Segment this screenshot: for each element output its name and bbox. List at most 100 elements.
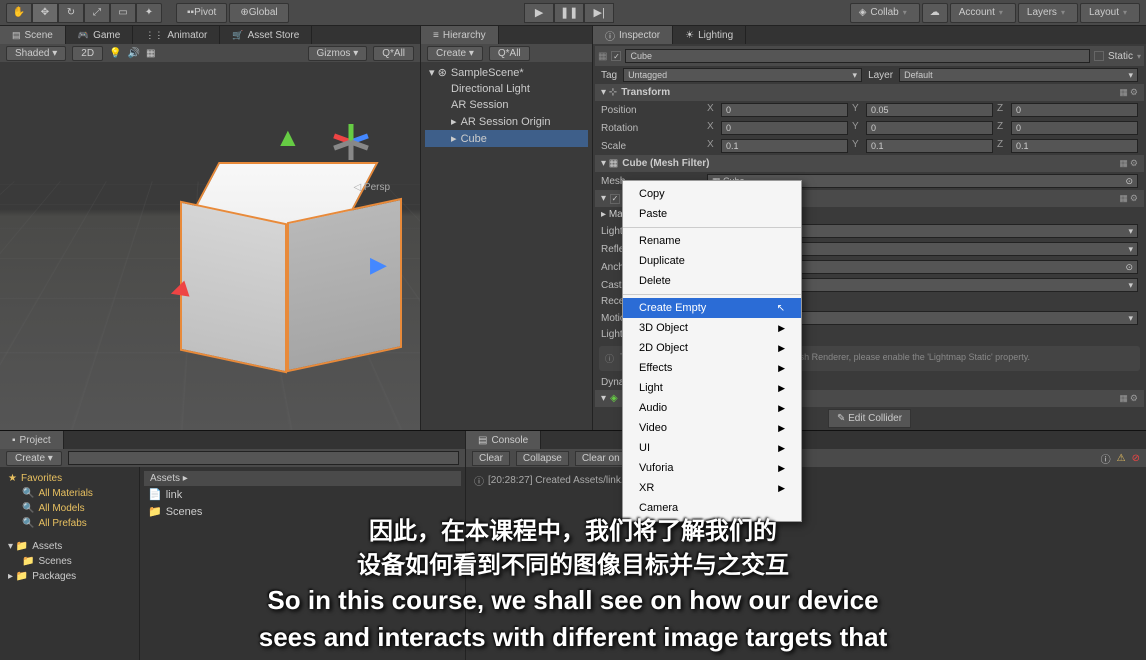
collab-dropdown[interactable]: ◈ Collab ▾ — [850, 3, 920, 23]
error-count-icon[interactable]: ⊘ — [1132, 453, 1140, 464]
settings-icon[interactable]: ⚙ — [1130, 87, 1138, 98]
help-icon[interactable]: ▦ — [1119, 87, 1128, 98]
ctx-camera[interactable]: Camera — [623, 498, 801, 518]
ctx-xr[interactable]: XR▶ — [623, 478, 801, 498]
layer-dropdown[interactable]: Default▾ — [899, 68, 1138, 82]
edit-collider-button[interactable]: ✎ Edit Collider — [828, 409, 911, 428]
tab-asset-store[interactable]: 🛒Asset Store — [220, 26, 312, 44]
ctx-audio[interactable]: Audio▶ — [623, 398, 801, 418]
layers-dropdown[interactable]: Layers ▾ — [1018, 3, 1078, 23]
ctx-copy[interactable]: Copy — [623, 184, 801, 204]
tab-scene[interactable]: ▤Scene — [0, 26, 66, 44]
ctx-3d-object[interactable]: 3D Object▶ — [623, 318, 801, 338]
hierarchy-item-directional-light[interactable]: Directional Light — [425, 81, 588, 97]
rotation-x[interactable] — [721, 121, 848, 135]
mesh-filter-component-header[interactable]: ▾ ▦ Cube (Mesh Filter)▦ ⚙ — [595, 155, 1144, 172]
rotation-z[interactable] — [1011, 121, 1138, 135]
project-create-dropdown[interactable]: Create ▾ — [6, 451, 62, 466]
global-toggle[interactable]: ⊕ Global — [229, 3, 288, 23]
position-y[interactable] — [866, 103, 993, 117]
pivot-toggle[interactable]: ▪▪ Pivot — [176, 3, 227, 23]
cloud-button[interactable]: ☁ — [922, 3, 948, 23]
perspective-label[interactable]: ◁ Persp — [353, 182, 390, 193]
move-tool[interactable]: ✥ — [32, 3, 58, 23]
rect-tool[interactable]: ▭ — [110, 3, 136, 23]
packages-folder[interactable]: ▸ 📁 Packages — [4, 569, 135, 584]
gizmos-dropdown[interactable]: Gizmos ▾ — [308, 46, 368, 61]
hierarchy-search[interactable]: Q*All — [489, 46, 530, 61]
warning-count-icon[interactable]: ⚠ — [1117, 453, 1126, 464]
z-axis-gizmo[interactable]: ▶ — [370, 252, 387, 278]
ctx-rename[interactable]: Rename — [623, 231, 801, 251]
asset-scenes[interactable]: 📁 Scenes — [144, 503, 461, 520]
scale-x[interactable] — [721, 139, 848, 153]
mode-2d-toggle[interactable]: 2D — [72, 46, 103, 61]
ctx-ui[interactable]: UI▶ — [623, 438, 801, 458]
light-icon[interactable]: 💡 — [109, 48, 121, 59]
hierarchy-item-cube[interactable]: ▸ Cube — [425, 130, 588, 147]
tag-dropdown[interactable]: Untagged▾ — [623, 68, 862, 82]
all-materials[interactable]: 🔍 All Materials — [4, 486, 135, 501]
scale-z[interactable] — [1011, 139, 1138, 153]
ctx-paste[interactable]: Paste — [623, 204, 801, 224]
console-body[interactable]: ⓘ [20:28:27] Created Assets/link.xml wit… — [466, 467, 1146, 660]
assets-folder[interactable]: ▾ 📁 Assets — [4, 539, 135, 554]
hand-tool[interactable]: ✋ — [6, 3, 32, 23]
hierarchy-item-ar-session-origin[interactable]: ▸ AR Session Origin — [425, 113, 588, 130]
asset-link[interactable]: 📄 link — [144, 486, 461, 503]
static-checkbox[interactable] — [1094, 51, 1104, 61]
transform-component-header[interactable]: ▾ ⊹ Transform▦ ⚙ — [595, 84, 1144, 101]
ctx-effects[interactable]: Effects▶ — [623, 358, 801, 378]
composite-tool[interactable]: ✦ — [136, 3, 162, 23]
ctx-create-empty[interactable]: Create Empty↖ — [623, 298, 801, 318]
pause-button[interactable]: ❚❚ — [554, 3, 584, 23]
project-content[interactable]: Assets ▸ 📄 link 📁 Scenes — [140, 467, 465, 660]
scene-cube[interactable] — [180, 162, 380, 362]
tab-game[interactable]: 🎮Game — [66, 26, 133, 44]
ctx-duplicate[interactable]: Duplicate — [623, 251, 801, 271]
console-clear-button[interactable]: Clear — [472, 451, 510, 466]
ctx-2d-object[interactable]: 2D Object▶ — [623, 338, 801, 358]
ctx-vuforia[interactable]: Vuforia▶ — [623, 458, 801, 478]
scene-view[interactable]: ▲ ▶ ◀ ◁ Persp — [0, 62, 420, 430]
gameobject-name-field[interactable] — [625, 49, 1090, 63]
mesh-renderer-enabled[interactable] — [610, 194, 620, 204]
hierarchy-create-dropdown[interactable]: Create ▾ — [427, 46, 483, 61]
hierarchy-panel[interactable]: ▾ ⊛ SampleScene* Directional Light AR Se… — [421, 62, 592, 430]
step-button[interactable]: ▶| — [584, 3, 614, 23]
scale-y[interactable] — [866, 139, 993, 153]
scale-tool[interactable]: ⤢ — [84, 3, 110, 23]
tab-lighting[interactable]: ☀ Lighting — [673, 26, 746, 44]
position-x[interactable] — [721, 103, 848, 117]
scene-search[interactable]: Q*All — [373, 46, 414, 61]
audio-icon[interactable]: 🔊 — [128, 48, 140, 59]
favorites-folder[interactable]: ★ Favorites — [4, 471, 135, 486]
all-prefabs[interactable]: 🔍 All Prefabs — [4, 516, 135, 531]
ctx-delete[interactable]: Delete — [623, 271, 801, 291]
gameobject-active-checkbox[interactable] — [611, 51, 621, 61]
tab-hierarchy[interactable]: ≡ Hierarchy — [421, 26, 499, 44]
tab-animator[interactable]: ⋮⋮Animator — [133, 26, 220, 44]
ctx-light[interactable]: Light▶ — [623, 378, 801, 398]
layout-dropdown[interactable]: Layout ▾ — [1080, 3, 1140, 23]
account-dropdown[interactable]: Account ▾ — [950, 3, 1016, 23]
ctx-video[interactable]: Video▶ — [623, 418, 801, 438]
fx-icon[interactable]: ▦ — [146, 48, 155, 59]
rotate-tool[interactable]: ↻ — [58, 3, 84, 23]
tab-inspector[interactable]: ⓘ Inspector — [593, 26, 673, 44]
all-models[interactable]: 🔍 All Models — [4, 501, 135, 516]
shading-dropdown[interactable]: Shaded ▾ — [6, 46, 66, 61]
console-log-entry[interactable]: ⓘ [20:28:27] Created Assets/link.xml wit… — [470, 471, 1142, 490]
tab-console[interactable]: ▤ Console — [466, 431, 541, 449]
hierarchy-item-ar-session[interactable]: AR Session — [425, 97, 588, 113]
project-search[interactable] — [68, 451, 459, 465]
info-count-icon[interactable]: ⓘ — [1101, 451, 1111, 466]
scenes-folder[interactable]: 📁 Scenes — [4, 554, 135, 569]
hierarchy-scene-root[interactable]: ▾ ⊛ SampleScene* — [425, 64, 588, 81]
y-axis-gizmo[interactable]: ▲ — [275, 122, 301, 153]
view-orientation-gizmo[interactable] — [330, 112, 390, 172]
position-z[interactable] — [1011, 103, 1138, 117]
tab-project[interactable]: ▪ Project — [0, 431, 64, 449]
rotation-y[interactable] — [866, 121, 993, 135]
console-collapse-button[interactable]: Collapse — [516, 451, 569, 466]
